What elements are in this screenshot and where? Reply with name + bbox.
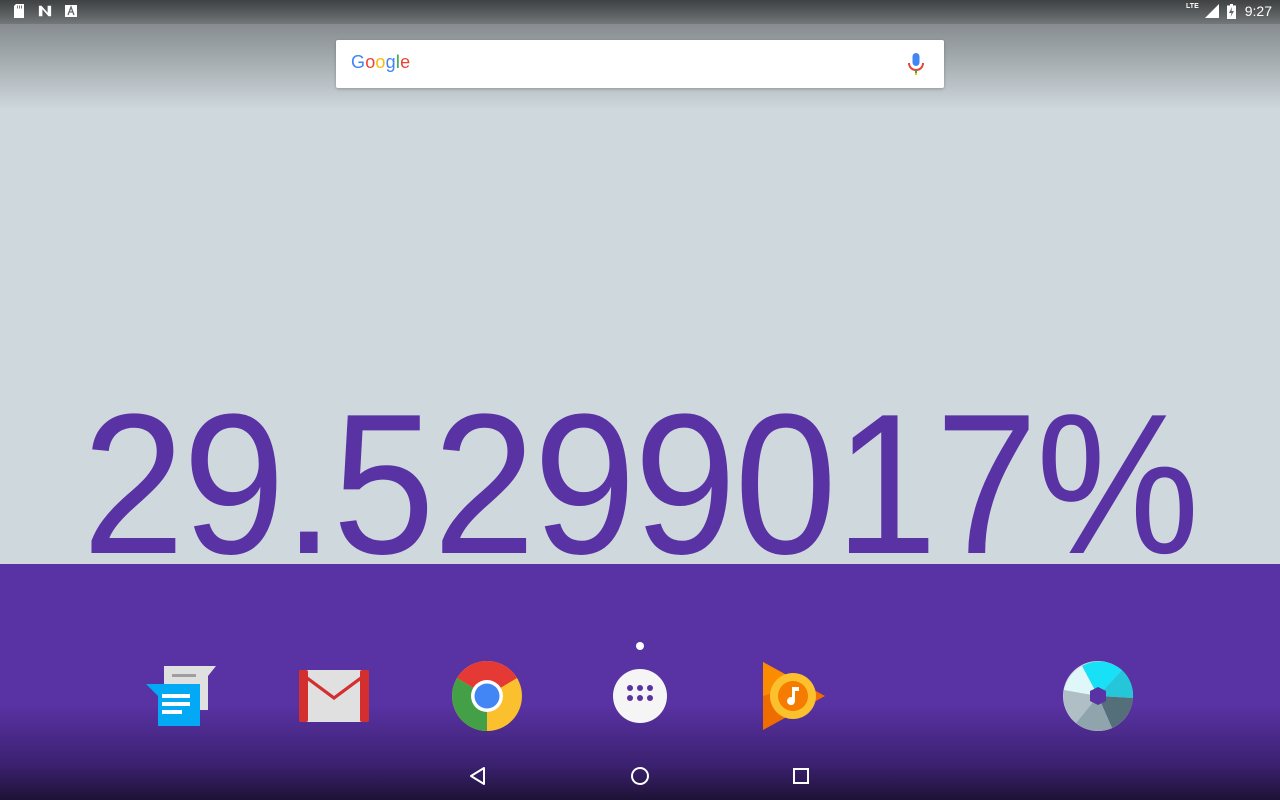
logo-letter: o	[365, 52, 376, 72]
battery-charging-icon	[1225, 3, 1239, 19]
battery-percent-widget[interactable]: 29.5299017%	[51, 385, 1229, 585]
back-icon[interactable]	[466, 764, 490, 788]
messages-app[interactable]	[144, 660, 216, 732]
apps-grid-icon	[613, 669, 667, 723]
logo-letter: g	[385, 52, 396, 72]
chrome-icon	[452, 661, 522, 731]
google-logo: Google	[351, 52, 410, 73]
camera-app[interactable]	[1062, 660, 1134, 732]
status-bar[interactable]: LTE 9:27	[0, 0, 1280, 24]
play-music-app[interactable]	[757, 660, 829, 732]
chrome-app[interactable]	[451, 660, 523, 732]
logo-letter: e	[400, 52, 411, 72]
status-bar-notifications	[12, 4, 78, 18]
camera-icon	[1063, 661, 1134, 731]
logo-letter: G	[351, 52, 366, 72]
signal-icon	[1204, 4, 1219, 18]
clock: 9:27	[1244, 3, 1272, 19]
sd-card-icon	[12, 4, 26, 18]
mic-icon[interactable]	[906, 52, 926, 78]
logo-letter: o	[375, 52, 386, 72]
n-notification-icon	[38, 4, 52, 18]
google-search-bar[interactable]: Google	[336, 40, 944, 88]
play-music-icon	[763, 662, 825, 730]
app-drawer[interactable]	[604, 660, 676, 732]
navigation-bar	[0, 752, 1280, 800]
home-icon[interactable]	[628, 764, 652, 788]
page-indicator-dot	[636, 642, 644, 650]
recents-icon[interactable]	[789, 764, 813, 788]
network-type-label: LTE	[1186, 2, 1199, 10]
messages-icon	[146, 666, 216, 726]
a-notification-icon	[64, 4, 78, 18]
gmail-icon	[299, 670, 369, 722]
status-bar-system: LTE 9:27	[1186, 2, 1272, 20]
gmail-app[interactable]	[298, 660, 370, 732]
